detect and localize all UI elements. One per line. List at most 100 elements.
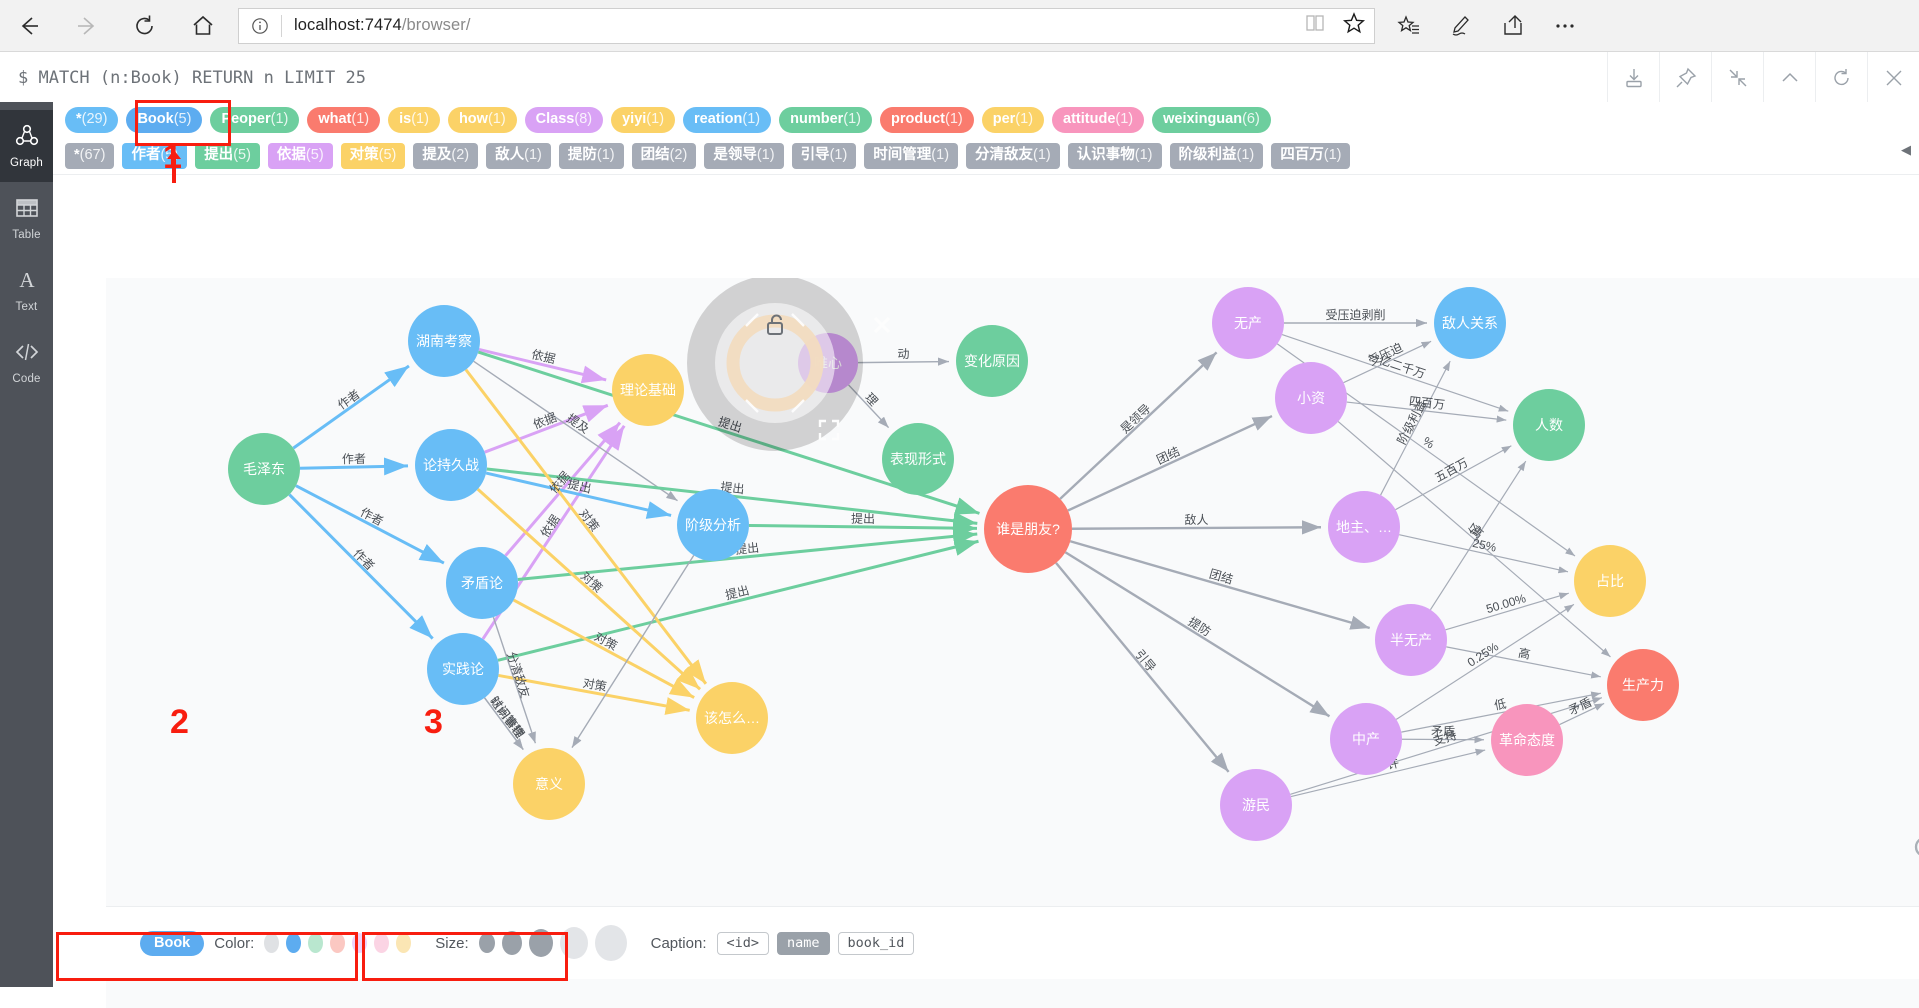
sidebar-item-code[interactable]: Code [0, 326, 53, 398]
node-circle[interactable] [677, 489, 749, 561]
graph-edge[interactable] [1071, 520, 1322, 535]
graph-node[interactable]: 游民 [1220, 769, 1292, 841]
graph-node[interactable]: 毛泽东 [228, 433, 300, 505]
relationship-type-pill[interactable]: 敌人(1) [486, 142, 551, 170]
size-option[interactable] [478, 933, 495, 953]
graph-node[interactable]: 人数 [1513, 389, 1585, 461]
graph-node[interactable]: 矛盾论 [446, 547, 518, 619]
more-options-icon[interactable] [1541, 0, 1589, 51]
web-note-icon[interactable] [1437, 0, 1485, 51]
node-label-pill[interactable]: yiyi(1) [611, 106, 676, 134]
node-circle[interactable] [415, 429, 487, 501]
relationship-type-pill[interactable]: 认识事物(1) [1067, 142, 1162, 170]
back-button[interactable] [0, 0, 58, 51]
color-swatch[interactable] [330, 933, 346, 953]
node-label-pill[interactable]: how(1) [447, 106, 517, 134]
graph-node[interactable]: 谁是朋友? [984, 485, 1072, 573]
close-icon[interactable] [1867, 52, 1919, 103]
node-label-pill[interactable]: what(1) [307, 106, 381, 134]
legend-label-pill[interactable]: Book [140, 930, 205, 956]
node-label-pill[interactable]: attitude(1) [1052, 106, 1145, 134]
relationship-type-pill[interactable]: 团结(2) [631, 142, 697, 170]
node-circle[interactable] [1434, 287, 1506, 359]
size-option[interactable] [559, 927, 588, 959]
graph-node[interactable]: 湖南考察 [408, 305, 480, 377]
size-option[interactable] [501, 931, 522, 955]
graph-node[interactable]: 小资 [1275, 362, 1347, 434]
sidebar-item-table[interactable]: Table [0, 182, 53, 254]
graph-node[interactable]: 革命态度 [1491, 704, 1563, 776]
node-circle[interactable] [408, 305, 480, 377]
relationship-type-pill[interactable]: 依据(5) [267, 142, 333, 170]
caption-option[interactable]: <id> [716, 931, 770, 955]
caption-options[interactable]: <id> name book_id [716, 931, 915, 955]
graph-node[interactable]: 占比 [1574, 545, 1646, 617]
graph-node[interactable]: 无产 [1212, 287, 1284, 359]
node-circle[interactable] [1574, 545, 1646, 617]
size-option[interactable] [528, 929, 553, 957]
relationship-type-pill[interactable]: 阶级利益(1) [1169, 142, 1264, 170]
sidebar-item-graph[interactable]: Graph [0, 110, 53, 182]
relationship-type-pill[interactable]: 对策(5) [340, 142, 406, 170]
relationship-type-pill[interactable]: 提出(5) [195, 142, 260, 170]
graph-edge[interactable] [292, 364, 410, 450]
color-swatch[interactable] [374, 933, 390, 953]
graph-node[interactable]: 论持久战 [415, 429, 487, 501]
relationship-type-pill[interactable]: 是领导(1) [704, 142, 784, 170]
node-label-pill[interactable]: Peoper(1) [210, 106, 300, 134]
graph-canvas[interactable]: 作者 作者 作者 作者 依据 依据 依据 依据 提及 提出 提出 提出 提出 提出 提出 对策 对策 对策 对策 时间… [106, 278, 1919, 1008]
graph-node[interactable]: 阶级分析 [677, 489, 749, 561]
relationship-type-pill[interactable]: 分清敌友(1) [966, 142, 1060, 170]
graph-node[interactable]: 变化原因 [956, 325, 1028, 397]
relationship-type-pill[interactable]: 作者(5) [122, 142, 188, 170]
node-circle[interactable] [1513, 389, 1585, 461]
node-circle[interactable] [882, 423, 954, 495]
node-circle[interactable] [612, 354, 684, 426]
graph-node[interactable]: 生产力 [1607, 649, 1679, 721]
node-circle[interactable] [696, 682, 768, 754]
node-label-pill[interactable]: number(1) [779, 106, 873, 134]
collapse-icon[interactable] [1763, 52, 1815, 103]
pill-row-prev-arrow[interactable]: ◀ [1901, 142, 1911, 158]
graph-edge[interactable] [299, 457, 409, 476]
relationship-type-pill[interactable]: *(67) [65, 142, 115, 170]
graph-node[interactable]: 表现形式 [882, 423, 954, 495]
size-option[interactable] [594, 925, 627, 961]
node-label-pill[interactable]: per(1) [981, 106, 1045, 134]
address-bar[interactable]: localhost:7474/browser/ [238, 7, 1375, 44]
graph-node[interactable]: 意义 [513, 748, 585, 820]
color-swatch[interactable] [308, 933, 324, 953]
node-label-pill[interactable]: product(1) [880, 106, 974, 134]
pin-icon[interactable] [1659, 52, 1711, 103]
caption-option[interactable]: name [777, 931, 830, 955]
home-button[interactable] [174, 0, 232, 51]
contract-icon[interactable] [1711, 52, 1763, 103]
size-options[interactable] [478, 925, 627, 961]
graph-edge[interactable] [1395, 445, 1512, 511]
query-text[interactable]: $ MATCH (n:Book) RETURN n LIMIT 25 [0, 68, 366, 88]
node-circle[interactable] [1491, 704, 1563, 776]
forward-button[interactable] [58, 0, 116, 51]
graph-edge[interactable] [857, 357, 950, 366]
reading-view-icon[interactable] [1304, 12, 1326, 39]
color-swatch[interactable] [396, 933, 412, 953]
graph-nodes[interactable]: 毛泽东湖南考察论持久战矛盾论实践论理论基础阶级分析意义该怎么…唯心变化原因表现形… [228, 287, 1679, 841]
node-circle[interactable] [1275, 362, 1347, 434]
refresh-icon[interactable] [1815, 52, 1867, 103]
node-circle[interactable] [1212, 287, 1284, 359]
node-label-pill[interactable]: Class(8) [524, 106, 604, 134]
node-circle[interactable] [1328, 491, 1400, 563]
node-label-pill[interactable]: reation(1) [683, 106, 772, 134]
star-icon[interactable] [1342, 11, 1366, 40]
graph-node[interactable]: 地主、… [1328, 491, 1400, 563]
caption-option[interactable]: book_id [837, 931, 915, 955]
graph-node[interactable]: 该怎么… [696, 682, 768, 754]
node-circle[interactable] [427, 633, 499, 705]
graph-node[interactable]: 中产 [1330, 703, 1402, 775]
graph-edge[interactable] [1064, 551, 1331, 718]
graph-node[interactable]: 实践论 [427, 633, 499, 705]
relationship-type-pill[interactable]: 四百万(1) [1271, 142, 1351, 170]
share-icon[interactable] [1489, 0, 1537, 51]
node-circle[interactable] [446, 547, 518, 619]
refresh-button[interactable] [116, 0, 174, 51]
